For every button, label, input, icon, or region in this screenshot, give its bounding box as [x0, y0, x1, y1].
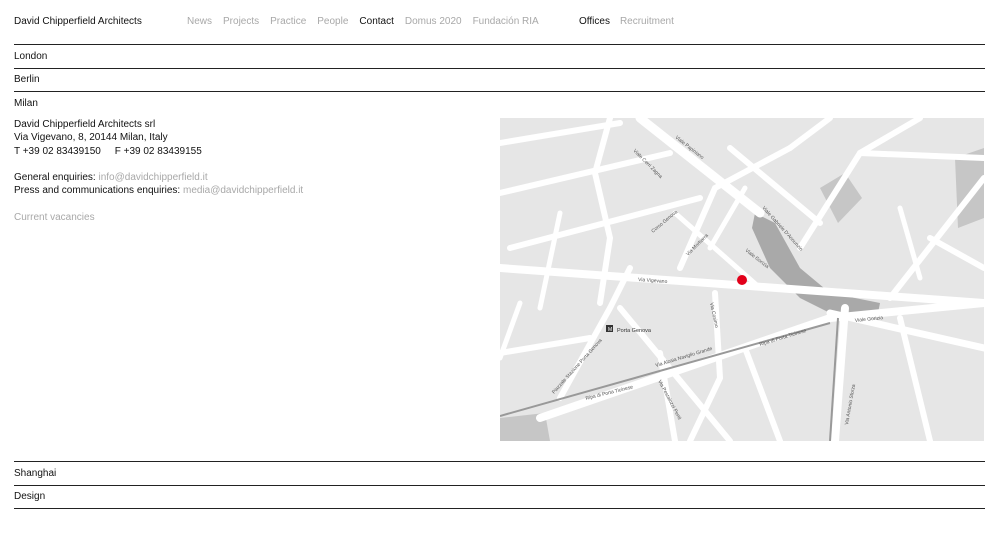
subnav-offices[interactable]: Offices: [579, 16, 610, 27]
map-graphic: M Viale Papiniano Viale Cerri Zagna Cors…: [500, 118, 984, 441]
nav-contact[interactable]: Contact: [359, 16, 393, 27]
nav-news[interactable]: News: [187, 16, 212, 27]
brand-link[interactable]: David Chipperfield Architects: [14, 16, 142, 27]
nav-practice[interactable]: Practice: [270, 16, 306, 27]
nav-fundacion-ria[interactable]: Fundación RIA: [473, 16, 539, 27]
general-email-link[interactable]: info@davidchipperfield.it: [99, 172, 208, 183]
press-email-link[interactable]: media@davidchipperfield.it: [183, 185, 303, 196]
office-map[interactable]: M Viale Papiniano Viale Cerri Zagna Cors…: [500, 118, 984, 441]
divider: [14, 461, 985, 462]
nav-people[interactable]: People: [317, 16, 348, 27]
top-navigation: David Chipperfield Architects News Proje…: [14, 16, 985, 30]
map-label: Porta Genova: [617, 328, 652, 334]
office-design[interactable]: Design: [14, 491, 45, 502]
divider: [14, 508, 985, 509]
nav-domus-2020[interactable]: Domus 2020: [405, 16, 462, 27]
press-enquiries: Press and communications enquiries: medi…: [14, 184, 303, 197]
subnav-recruitment[interactable]: Recruitment: [620, 16, 674, 27]
sub-nav: Offices Recruitment: [579, 16, 684, 27]
main-nav: News Projects Practice People Contact Do…: [187, 16, 550, 27]
svg-text:M: M: [608, 327, 612, 333]
nav-projects[interactable]: Projects: [223, 16, 259, 27]
address: Via Vigevano, 8, 20144 Milan, Italy: [14, 132, 168, 144]
current-vacancies-link[interactable]: Current vacancies: [14, 211, 303, 224]
office-milan[interactable]: Milan: [14, 98, 38, 109]
milan-office-details: David Chipperfield Architects srl Via Vi…: [14, 118, 303, 225]
office-berlin[interactable]: Berlin: [14, 74, 40, 85]
phone-fax: T +39 02 83439150 F +39 02 83439155: [14, 145, 202, 157]
divider: [14, 44, 985, 45]
office-location-marker[interactable]: [737, 275, 747, 285]
company-name: David Chipperfield Architects srl: [14, 119, 156, 130]
general-enquiries: General enquiries: info@davidchipperfiel…: [14, 171, 303, 184]
press-enquiries-label: Press and communications enquiries:: [14, 185, 181, 197]
divider: [14, 91, 985, 92]
office-london[interactable]: London: [14, 51, 47, 62]
office-shanghai[interactable]: Shanghai: [14, 468, 56, 479]
general-enquiries-label: General enquiries:: [14, 171, 96, 183]
divider: [14, 485, 985, 486]
divider: [14, 68, 985, 69]
